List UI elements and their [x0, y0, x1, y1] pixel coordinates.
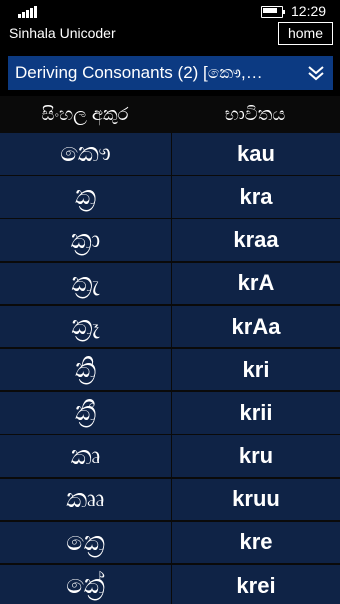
table-row[interactable]: ක්‍රා kraa	[0, 219, 340, 261]
signal-bars-icon	[18, 5, 38, 18]
battery-icon	[261, 6, 285, 18]
sinhala-letter: ක්‍රැ	[0, 262, 171, 305]
sinhala-letter: කෲ	[0, 478, 171, 520]
topic-picker[interactable]: Deriving Consonants (2) [කෞ,…	[8, 56, 333, 90]
romanized-usage: krii	[172, 392, 340, 434]
table-row[interactable]: ක්‍රැ krA	[0, 262, 340, 305]
romanized-usage: kru	[172, 435, 340, 477]
column-header-usage: භාවිතය	[224, 104, 286, 124]
app-title: Sinhala Unicoder	[9, 25, 116, 41]
topic-label: Deriving Consonants (2) [කෞ,…	[15, 63, 263, 82]
romanized-usage: kau	[172, 133, 340, 175]
sinhala-letter: ක්‍රේ	[0, 564, 171, 604]
table-row[interactable]: ක්‍රේ krei	[0, 564, 340, 604]
table-row[interactable]: ක්‍රී krii	[0, 392, 340, 434]
clock: 12:29	[291, 3, 327, 19]
romanized-usage: krA	[172, 262, 340, 305]
romanized-usage: kre	[172, 521, 340, 564]
sinhala-letter: ක්‍රී	[0, 392, 171, 434]
romanized-usage: krAa	[172, 305, 340, 348]
table-row[interactable]: කෲ kruu	[0, 478, 340, 520]
sinhala-letter: ක්‍රෙ	[0, 521, 171, 564]
consonant-table: සිංහල අකුර භාවිතය කෞ kau ක්‍ර kra ක්‍රා kraa ක…	[0, 96, 340, 604]
table-row[interactable]: කෞ kau	[0, 133, 340, 175]
column-header-letter: සිංහල අකුර	[41, 104, 129, 124]
table-row[interactable]: කෘ kru	[0, 435, 340, 477]
home-button[interactable]: home	[278, 22, 333, 45]
sinhala-letter: කෞ	[0, 133, 171, 175]
sinhala-letter: ක්‍රි	[0, 348, 171, 391]
romanized-usage: krei	[172, 564, 340, 604]
sinhala-letter: ක්‍රෑ	[0, 305, 171, 348]
table-row[interactable]: ක්‍රෙ kre	[0, 521, 340, 564]
romanized-usage: kra	[172, 176, 340, 218]
table-row[interactable]: ක්‍රෑ krAa	[0, 305, 340, 348]
table-header: සිංහල අකුර භාවිතය	[0, 96, 340, 133]
romanized-usage: kruu	[172, 478, 340, 520]
table-row[interactable]: ක්‍රි kri	[0, 348, 340, 391]
romanized-usage: kraa	[172, 219, 340, 261]
double-chevron-down-icon[interactable]	[299, 56, 333, 90]
status-bar: 12:29	[0, 0, 340, 22]
sinhala-letter: ක්‍ර	[0, 176, 171, 218]
sinhala-letter: ක්‍රා	[0, 219, 171, 261]
sinhala-letter: කෘ	[0, 435, 171, 477]
table-row[interactable]: ක්‍ර kra	[0, 176, 340, 218]
romanized-usage: kri	[172, 348, 340, 391]
table-rows: කෞ kau ක්‍ර kra ක්‍රා kraa ක්‍රැ krA ක්‍රෑ krAa ක්…	[0, 133, 340, 604]
